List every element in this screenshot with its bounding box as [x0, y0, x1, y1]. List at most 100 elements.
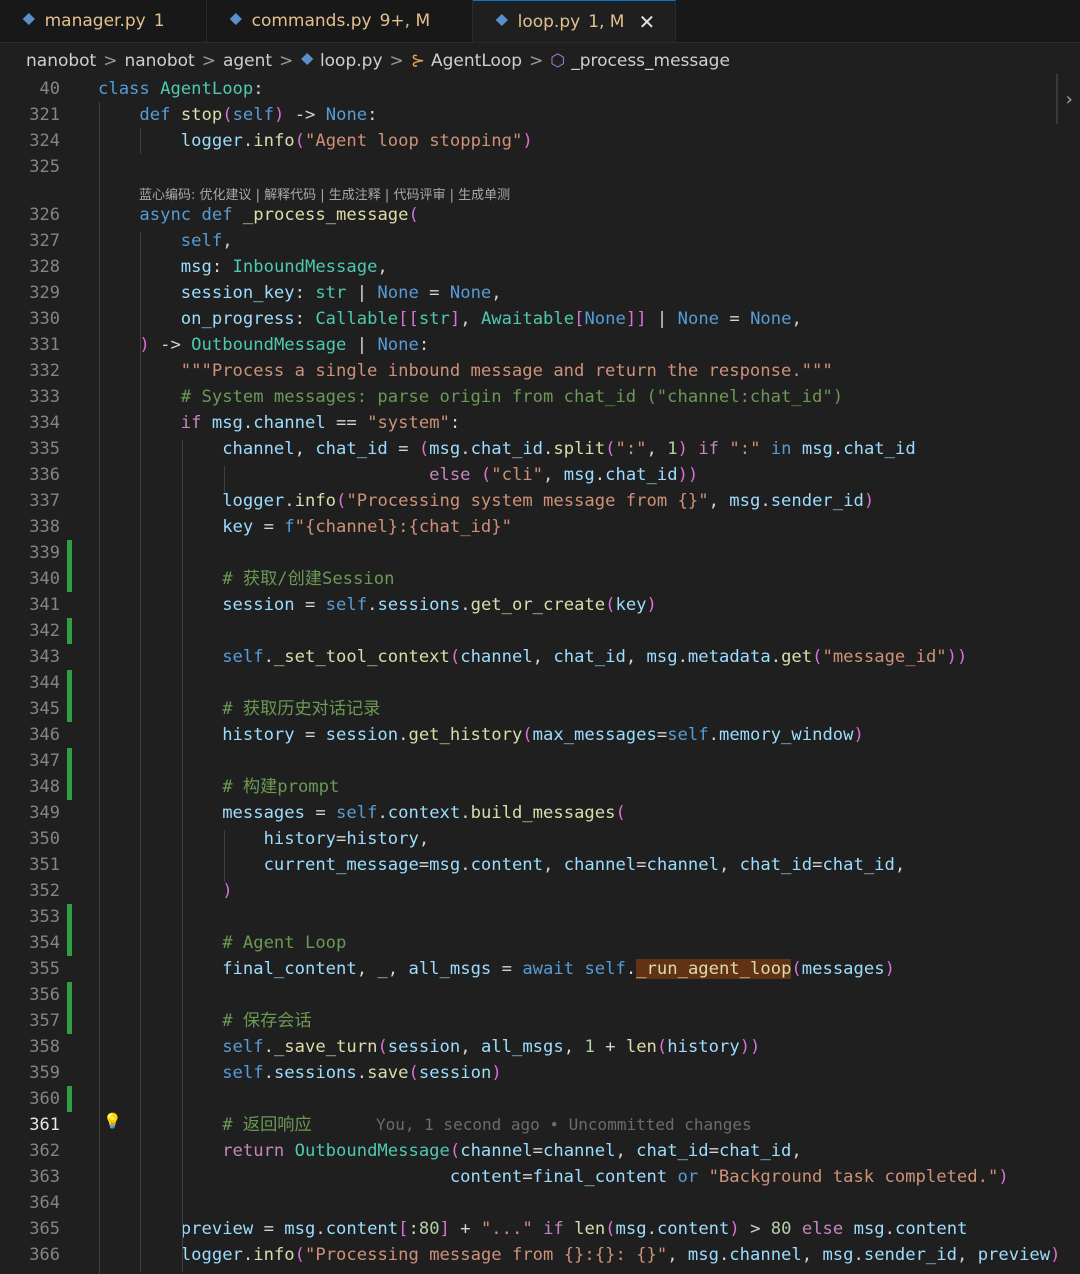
tab-manager-py[interactable]: ⯁ manager.py 1 — [0, 0, 207, 42]
line-number: 350 — [29, 829, 60, 849]
line-number: 351 — [29, 855, 60, 875]
code-line: 357 # 保存会话 — [0, 1008, 1080, 1034]
code-editor[interactable]: 40 class AgentLoop: 321 def stop(self) -> … — [0, 76, 1080, 1274]
indent-guide — [182, 440, 183, 1272]
breadcrumb-label: nanobot — [26, 51, 97, 71]
tab-status-badge: 1, M — [588, 11, 625, 32]
code-text: current_message=msg.content, channel=cha… — [263, 855, 906, 875]
code-text: class AgentLoop: — [98, 79, 264, 99]
code-line: 348 # 构建prompt — [0, 774, 1080, 800]
line-number: 359 — [29, 1063, 60, 1083]
code-line: 339 — [0, 540, 1080, 566]
line-number: 357 — [29, 1011, 60, 1031]
code-text: # 保存会话 — [222, 1011, 312, 1031]
added-line-marker — [67, 1008, 72, 1034]
code-line: 331 ) -> OutboundMessage | None: — [0, 332, 1080, 358]
code-text: session_key: str | None = None, — [180, 283, 502, 303]
breadcrumb-item[interactable]: nanobot — [124, 51, 194, 71]
indent-guide — [224, 466, 225, 492]
added-line-marker — [67, 1086, 72, 1112]
code-line: 355 final_content, _, all_msgs = await s… — [0, 956, 1080, 982]
chevron-right-icon: > — [201, 51, 216, 71]
code-line: 364 — [0, 1190, 1080, 1216]
code-line: 327 self, — [0, 228, 1080, 254]
code-line: 350 history=history, — [0, 826, 1080, 852]
lightbulb-icon[interactable]: 💡 — [103, 1112, 122, 1130]
added-line-marker — [67, 904, 72, 930]
line-number: 360 — [29, 1089, 60, 1109]
line-number: 324 — [29, 131, 60, 151]
code-text: key = f"{channel}:{chat_id}" — [222, 517, 512, 537]
code-text: """Process a single inbound message and … — [180, 361, 833, 381]
line-number: 358 — [29, 1037, 60, 1057]
code-line: 328 msg: InboundMessage, — [0, 254, 1080, 280]
tab-label: manager.py — [44, 11, 146, 31]
chevron-right-icon: > — [103, 51, 118, 71]
line-number: 352 — [29, 881, 60, 901]
code-text: # 构建prompt — [222, 777, 340, 797]
tab-loop-py[interactable]: ⯁ loop.py 1, M ✕ — [473, 0, 677, 42]
line-number: 345 — [29, 699, 60, 719]
code-line: 353 — [0, 904, 1080, 930]
tab-label: loop.py — [517, 11, 581, 32]
code-line: 324 logger.info("Agent loop stopping") — [0, 128, 1080, 154]
code-line: 335 channel, chat_id = (msg.chat_id.spli… — [0, 436, 1080, 462]
code-line: 329 session_key: str | None = None, — [0, 280, 1080, 306]
code-line: 366 logger.info("Processing message from… — [0, 1242, 1080, 1268]
line-number: 321 — [29, 105, 60, 125]
code-line: 334 if msg.channel == "system": — [0, 410, 1080, 436]
line-number: 337 — [29, 491, 60, 511]
line-number: 327 — [29, 231, 60, 251]
code-text: self, — [180, 231, 233, 251]
python-file-icon: ⯁ — [22, 11, 36, 31]
added-line-marker — [67, 982, 72, 1008]
line-number: 335 — [29, 439, 60, 459]
breadcrumb-label: AgentLoop — [431, 51, 523, 71]
breadcrumb-item[interactable]: ⬡ _process_message — [550, 51, 730, 71]
tab-status-badge: 1 — [153, 11, 165, 31]
close-icon[interactable]: ✕ — [638, 10, 655, 34]
tab-status-badge: 9+, M — [379, 11, 431, 31]
tab-commands-py[interactable]: ⯁ commands.py 9+, M — [207, 0, 473, 42]
code-text: logger.info("Processing message from {}:… — [180, 1245, 1061, 1265]
line-number: 329 — [29, 283, 60, 303]
code-text: # Agent Loop — [222, 933, 347, 953]
line-number: 347 — [29, 751, 60, 771]
code-text: msg: InboundMessage, — [180, 257, 388, 277]
line-number: 341 — [29, 595, 60, 615]
tab-label: commands.py — [251, 11, 372, 31]
code-line: 342 — [0, 618, 1080, 644]
code-line: 343 self._set_tool_context(channel, chat… — [0, 644, 1080, 670]
added-line-marker — [67, 696, 72, 722]
code-text: final_content, _, all_msgs = await self.… — [222, 959, 895, 979]
added-line-marker — [67, 540, 72, 566]
breadcrumb-label: agent — [222, 51, 273, 71]
added-line-marker — [67, 774, 72, 800]
breadcrumb-item[interactable]: agent — [223, 51, 272, 71]
code-text: content=final_content or "Background tas… — [449, 1167, 1009, 1187]
breadcrumb-item[interactable]: nanobot — [26, 51, 96, 71]
code-line: 40 class AgentLoop: — [0, 76, 1080, 102]
code-line: 356 — [0, 982, 1080, 1008]
line-number: 354 — [29, 933, 60, 953]
code-line: 336 else ("cli", msg.chat_id)) — [0, 462, 1080, 488]
breadcrumb-item[interactable]: ⊱ AgentLoop — [411, 51, 522, 71]
breadcrumb-item[interactable]: ⯁ loop.py — [300, 51, 382, 71]
code-line: 358 self._save_turn(session, all_msgs, 1… — [0, 1034, 1080, 1060]
code-text: # System messages: parse origin from cha… — [180, 387, 844, 407]
code-text: messages = self.context.build_messages( — [222, 803, 626, 823]
code-text: on_progress: Callable[[str], Awaitable[N… — [180, 309, 802, 329]
code-text: if msg.channel == "system": — [180, 413, 461, 433]
chevron-right-icon: > — [389, 51, 404, 71]
line-number: 338 — [29, 517, 60, 537]
code-line: 365 preview = msg.content[:80] + "..." i… — [0, 1216, 1080, 1242]
breadcrumb-label: nanobot — [124, 51, 195, 71]
line-number: 342 — [29, 621, 60, 641]
codelens-actions[interactable]: 蓝心编码: 优化建议 | 解释代码 | 生成注释 | 代码评审 | 生成单测 — [139, 184, 510, 203]
line-number: 365 — [29, 1219, 60, 1239]
line-number: 344 — [29, 673, 60, 693]
code-text: logger.info("Agent loop stopping") — [180, 131, 533, 151]
code-line: 344 — [0, 670, 1080, 696]
indent-guide — [140, 232, 141, 1272]
code-text: else ("cli", msg.chat_id)) — [429, 465, 699, 485]
